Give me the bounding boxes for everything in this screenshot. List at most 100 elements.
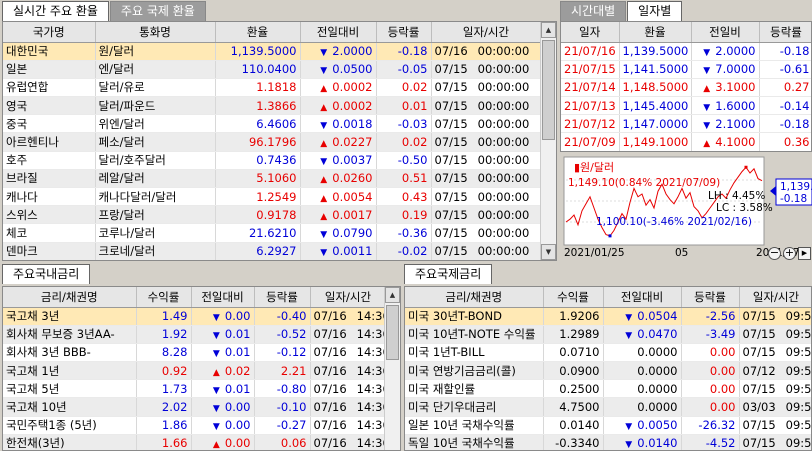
table-row[interactable]: 일본 엔/달러 110.0400 ▼ 0.0500 -0.05 07/15 00:00:00 xyxy=(3,60,542,79)
column-header[interactable]: 전일대비 xyxy=(300,22,377,43)
column-header[interactable]: 등락률 xyxy=(681,287,740,308)
table-row[interactable]: 영국 달러/파운드 1.3866 ▲ 0.0002 0.01 07/15 00:00:00 xyxy=(3,96,542,116)
table-row[interactable]: 브라질 레알/달러 5.1060 ▲ 0.0260 0.51 07/15 00:00:00 xyxy=(3,169,542,189)
table-row[interactable]: 국고채 10년2.02 ▼ 0.00-0.1007/16 14:36 xyxy=(3,397,387,417)
table-row[interactable]: 국고채 5년1.73 ▼ 0.01-0.8007/16 14:36 xyxy=(3,379,387,399)
column-header[interactable]: 일자/시간 xyxy=(310,287,387,308)
zoom-out-button[interactable]: − xyxy=(768,247,781,260)
table-row[interactable]: 미국 1년T-BILL0.0710 0.00000.0007/15 09:50 xyxy=(405,343,811,363)
table-row[interactable]: 중국 위엔/달러 6.4606 ▼ 0.0018 -0.03 07/15 00:00:00 xyxy=(3,114,542,134)
change-value: 0.0050 xyxy=(637,418,678,433)
scroll-up-icon[interactable]: ▲ xyxy=(385,287,400,303)
table-row[interactable]: 국고채 1년0.92 ▲ 0.022.2107/16 14:36 xyxy=(3,361,387,381)
change-cell: ▼ 0.0504 xyxy=(603,307,682,326)
date-value: 07/15 00:00:00 xyxy=(431,187,542,207)
column-header[interactable]: 환율 xyxy=(619,22,692,43)
tab-fx_tabs-0[interactable]: 실시간 주요 환율 xyxy=(2,1,109,21)
column-header[interactable]: 수익률 xyxy=(136,287,192,308)
table-row[interactable]: 21/07/09 1,149.1000 ▲ 4.1000 0.36 xyxy=(561,132,811,151)
date-value: 07/15 09:50 xyxy=(739,434,811,450)
table-row[interactable]: 회사채 3년 BBB-8.28 ▼ 0.01-0.1207/16 14:36 xyxy=(3,343,387,363)
column-header[interactable]: 일자 xyxy=(561,22,620,43)
down-arrow-icon: ▼ xyxy=(625,313,633,324)
table-row[interactable]: 대한민국 원/달러 1,139.5000 ▼ 2.0000 -0.18 07/16 00:00… xyxy=(3,42,542,61)
column-header[interactable]: 등락률 xyxy=(759,22,811,43)
tab-hist_tabs-0[interactable]: 시간대별 xyxy=(560,1,627,21)
fx-table-scrollbar[interactable]: ▲ ▼ xyxy=(540,22,556,260)
change-cell: ▲ 0.02 xyxy=(191,361,255,381)
date-value: 07/16 xyxy=(313,309,347,324)
table-row[interactable]: 미국 단기우대금리4.7500 0.00000.0003/03 09:50 xyxy=(405,397,811,417)
column-header[interactable]: 국가명 xyxy=(3,22,96,43)
country-name: 중국 xyxy=(3,114,96,134)
scroll-thumb[interactable] xyxy=(386,305,399,360)
table-row[interactable]: 회사채 무보증 3년AA-1.92 ▼ 0.01-0.5207/16 14:36 xyxy=(3,325,387,344)
column-header[interactable]: 환율 xyxy=(215,22,301,43)
column-header[interactable]: 전일대비 xyxy=(603,287,682,308)
tab-fx_tabs-1[interactable]: 주요 국제 환율 xyxy=(109,1,206,21)
change-cell: ▲ 0.0260 xyxy=(300,169,377,189)
table-row[interactable]: 스위스 프랑/달러 0.9178 ▲ 0.0017 0.19 07/15 00:00:00 xyxy=(3,205,542,225)
column-header[interactable]: 전일비 xyxy=(691,22,760,43)
table-row[interactable]: 21/07/13 1,145.4000 ▼ 1.6000 -0.14 xyxy=(561,96,811,116)
domestic-table-scrollbar[interactable]: ▲ xyxy=(384,287,400,450)
column-header[interactable]: 통화명 xyxy=(95,22,216,43)
tab-intl_tabs-0[interactable]: 주요국제금리 xyxy=(404,264,493,284)
yield-value: 8.28 xyxy=(136,343,192,363)
table-row[interactable]: 미국 30년T-BOND1.9206 ▼ 0.0504-2.5607/15 09:50 xyxy=(405,307,811,326)
tab-dom_tabs-0[interactable]: 주요국내금리 xyxy=(2,264,91,284)
table-row[interactable]: 아르헨티나 페소/달러 96.1796 ▲ 0.0227 0.02 07/15 00:00:0… xyxy=(3,132,542,152)
change-value: 0.0017 xyxy=(332,207,373,222)
rate-value: 96.1796 xyxy=(215,132,301,152)
column-header[interactable]: 금리/채권명 xyxy=(3,287,137,308)
international-rate-panel: 금리/채권명 수익률 전일대비 등락률 일자/시간 미국 30년T-BOND 1.9206 ▼… xyxy=(404,286,812,451)
table-row[interactable]: 독일 10년 국채수익률 -0.3340 ▼ 0.0140 -4.52 07/15 09:5… xyxy=(405,434,811,450)
table-row[interactable]: 캐나다 캐나다달러/달러 1.2549 ▲ 0.0054 0.43 07/15 00:00:0… xyxy=(3,187,542,207)
scroll-up-icon[interactable]: ▲ xyxy=(541,22,556,38)
change-value: 0.0504 xyxy=(637,309,678,324)
column-header[interactable]: 일자/시간 xyxy=(739,287,811,308)
column-header[interactable]: 등락률 xyxy=(254,287,311,308)
table-row[interactable]: 호주 달러/호주달러 0.7436 ▼ 0.0037 -0.50 07/15 00:00:00 xyxy=(3,151,542,170)
change-value: 0.0002 xyxy=(332,98,373,113)
tab-hist_tabs-1[interactable]: 일자별 xyxy=(627,1,683,21)
column-header[interactable]: 일자/시간 xyxy=(431,22,542,43)
change-value: 4.1000 xyxy=(715,135,756,150)
table-row[interactable]: 21/07/12 1,147.0000 ▼ 2.1000 -0.18 xyxy=(561,114,811,134)
fx-rate-panel: 국가명 통화명 환율 전일대비 등락률 일자/시간 대한민국 원/달러 1,139.5000 ▼ 2… xyxy=(2,21,557,261)
table-row[interactable]: 국고채 3년1.49 ▼ 0.00-0.4007/16 14:36 xyxy=(3,307,387,326)
change-percent: -0.12 xyxy=(254,343,311,363)
zoom-in-button[interactable]: + xyxy=(783,247,796,260)
table-row[interactable]: 덴마크 크로네/달러 6.2927 ▼ 0.0011 -0.02 07/15 00:00:00 xyxy=(3,242,542,260)
table-row[interactable]: 유럽연합 달러/유로 1.1818 ▲ 0.0002 0.02 07/15 00:00:00 xyxy=(3,78,542,98)
table-row[interactable]: 체코 코루나/달러 21.6210 ▼ 0.0790 -0.36 07/15 00:00:00 xyxy=(3,223,542,243)
chart-x-label-mid: 05 xyxy=(675,247,688,259)
time-value: 14:36 xyxy=(356,436,385,451)
column-header[interactable]: 전일대비 xyxy=(191,287,255,308)
table-row[interactable]: 21/07/15 1,141.5000 ▼ 7.0000 -0.61 xyxy=(561,60,811,79)
column-header[interactable]: 등락률 xyxy=(376,22,432,43)
scroll-thumb[interactable] xyxy=(542,40,555,140)
table-row[interactable]: 일본 10년 국채수익률 0.0140 ▼ 0.0050 -26.32 07/15 09:5… xyxy=(405,416,811,435)
table-row[interactable]: 한전채(3년)1.66 ▲ 0.000.0607/16 14:36 xyxy=(3,434,387,451)
column-header[interactable]: 금리/채권명 xyxy=(405,287,544,308)
bond-name: 회사채 3년 BBB- xyxy=(3,343,137,363)
table-row[interactable]: 미국 10년T-NOTE 수익률 1.2989 ▼ 0.0470 -3.49 07/15 0… xyxy=(405,325,811,344)
table-row[interactable]: 21/07/16 1,139.5000 ▼ 2.0000 -0.18 xyxy=(561,42,811,61)
change-cell: 0.0000 xyxy=(603,361,682,381)
time-value: 14:36 xyxy=(356,309,385,324)
chart-expand-icon[interactable]: ▶ xyxy=(798,247,811,260)
scroll-down-icon[interactable]: ▼ xyxy=(541,244,556,260)
change-percent: -0.80 xyxy=(254,379,311,399)
column-header[interactable]: 수익률 xyxy=(543,287,604,308)
change-percent: 0.36 xyxy=(759,132,811,151)
table-row[interactable]: 미국 연방기금금리(콜)0.0900 0.00000.0007/12 09:50 xyxy=(405,361,811,381)
date-value: 07/15 00:00:00 xyxy=(431,223,542,243)
table-row[interactable]: 21/07/14 1,148.5000 ▲ 3.1000 0.27 xyxy=(561,78,811,98)
table-row[interactable]: 미국 재할인률0.2500 0.00000.0007/15 09:50 xyxy=(405,379,811,399)
table-row[interactable]: 국민주택1종 (5년)1.86 ▼ 0.00-0.2707/16 14:36 xyxy=(3,416,387,435)
change-value: 0.0002 xyxy=(332,80,373,95)
date-value: 07/15 00:00:00 xyxy=(431,78,542,98)
change-cell: 0.0000 xyxy=(603,397,682,417)
change-percent: 0.43 xyxy=(376,187,432,207)
